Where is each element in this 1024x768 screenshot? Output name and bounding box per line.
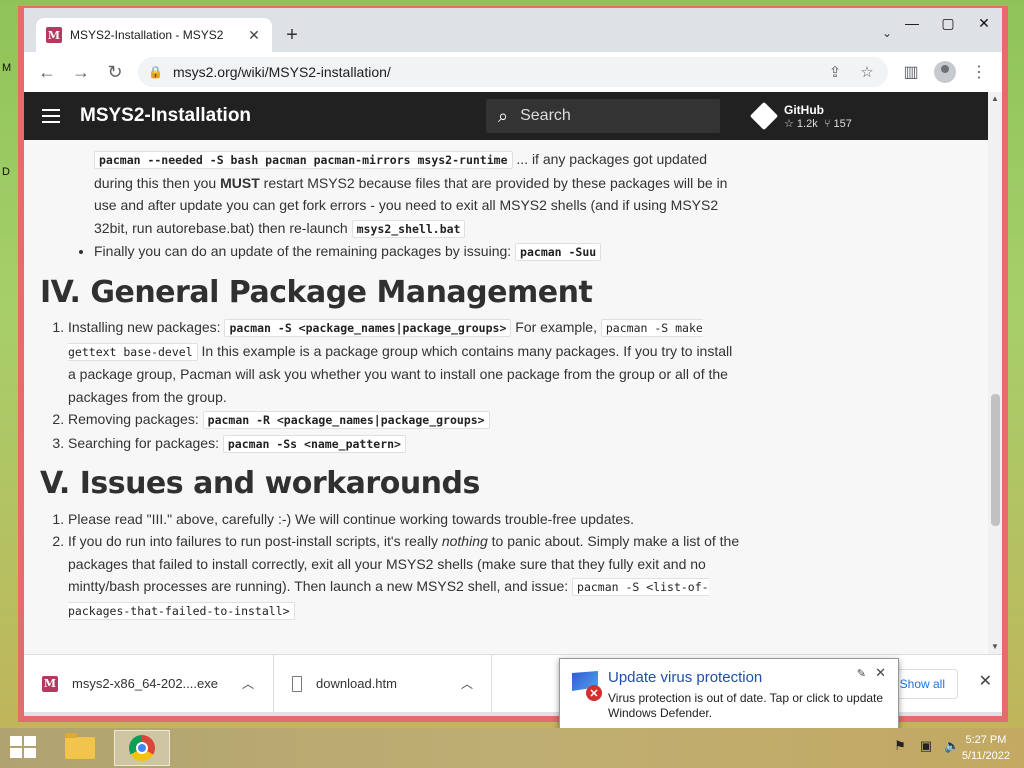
share-icon[interactable]: ⇪ (824, 63, 846, 81)
list-item: If you do run into failures to run post-… (68, 530, 740, 622)
close-icon[interactable]: ✕ (246, 27, 262, 44)
text: Installing new packages: (68, 319, 225, 335)
system-tray: ⚑ ▣ 🔈 (892, 738, 960, 754)
minimize-icon[interactable]: — (894, 8, 930, 38)
scroll-down-icon[interactable]: ▼ (988, 640, 1002, 654)
scroll-up-icon[interactable]: ▲ (988, 92, 1002, 106)
text: Finally you can do an update of the rema… (94, 243, 516, 259)
browser-window: M MSYS2-Installation - MSYS2 ✕ + ⌄ — ▢ ✕… (18, 6, 1008, 722)
site-search-box[interactable]: ⌕ Search (486, 99, 720, 133)
close-icon[interactable]: ✕ (875, 665, 886, 681)
download-filename: download.htm (316, 676, 397, 691)
msys2-favicon-icon: M (42, 675, 58, 692)
github-label: GitHub (784, 102, 824, 117)
site-title[interactable]: MSYS2-Installation (80, 105, 486, 127)
section-heading: V. Issues and workarounds (40, 466, 480, 501)
chrome-icon (129, 735, 155, 761)
github-forks: 157 (833, 117, 852, 130)
article-content: pacman --needed -S bash pacman pacman-mi… (40, 140, 740, 622)
github-link[interactable]: GitHub ☆ 1.2k ⑂ 157 (749, 101, 852, 131)
inline-code: pacman -S <package_names|package_groups> (224, 319, 512, 337)
desktop-icon-label[interactable]: D (2, 166, 10, 178)
virus-protection-notification[interactable]: ✕ Update virus protection Virus protecti… (559, 658, 899, 730)
file-explorer-app[interactable] (52, 730, 108, 766)
download-item[interactable]: M msys2-x86_64-202....exe ︿ (24, 654, 274, 713)
text: Searching for packages: (68, 434, 223, 451)
list-item: pacman --needed -S bash pacman pacman-mi… (94, 148, 740, 240)
msys2-favicon-icon: M (46, 27, 62, 43)
text: If you do run into failures to run post-… (68, 533, 442, 549)
kebab-menu-icon[interactable]: ⋮ (964, 57, 994, 87)
inline-code: msys2_shell.bat (351, 219, 466, 238)
notification-title: Update virus protection (608, 669, 763, 686)
page-scrollbar[interactable]: ▲ ▼ (988, 92, 1002, 654)
chrome-app[interactable] (114, 730, 170, 766)
maximize-icon[interactable]: ▢ (930, 8, 966, 38)
network-icon[interactable]: ▣ (918, 738, 934, 754)
github-stats: ☆ 1.2k ⑂ 157 (784, 117, 852, 130)
text: Removing packages: (68, 411, 203, 427)
browser-toolbar: ← → ↻ 🔒 msys2.org/wiki/MSYS2-installatio… (24, 52, 1002, 92)
inline-code: pacman -R <package_names|package_groups> (202, 411, 490, 429)
new-tab-plus-icon[interactable]: + (280, 24, 304, 46)
lock-icon[interactable]: 🔒 (148, 65, 163, 79)
tab-msys2-installation[interactable]: M MSYS2-Installation - MSYS2 ✕ (36, 18, 272, 52)
inline-code: pacman -Ss <name_pattern> (222, 434, 406, 453)
chevron-down-icon[interactable]: ⌄ (882, 26, 892, 40)
clock-date: 5/11/2022 (961, 750, 1010, 762)
github-stars: 1.2k (796, 117, 818, 130)
desktop-icon-label[interactable]: M (2, 62, 11, 74)
web-page: MSYS2-Installation ⌕ Search GitHub ☆ 1.2… (24, 92, 994, 654)
download-item[interactable]: download.htm ︿ (274, 654, 492, 713)
folder-icon (65, 733, 95, 759)
inline-code: pacman --needed -S bash pacman pacman-mi… (94, 151, 513, 169)
window-close-icon[interactable]: ✕ (966, 8, 1002, 38)
list-item: Finally you can do an update of the rema… (94, 240, 740, 264)
chevron-up-icon[interactable]: ︿ (242, 675, 254, 692)
inline-code: pacman -Suu (515, 243, 602, 261)
url-text[interactable]: msys2.org/wiki/MSYS2-installation/ (173, 64, 814, 80)
hamburger-menu-icon[interactable] (24, 109, 80, 123)
action-center-flag-icon[interactable]: ⚑ (892, 738, 908, 754)
list-item: Please read "III." above, carefully :-) … (68, 508, 740, 531)
side-panel-icon[interactable]: ▥ (896, 57, 926, 87)
address-bar[interactable]: 🔒 msys2.org/wiki/MSYS2-installation/ ⇪ ☆ (138, 57, 888, 87)
start-windows-icon[interactable] (10, 736, 38, 760)
reload-icon[interactable]: ↻ (100, 57, 130, 87)
clock[interactable]: 5:27 PM 5/11/2022 (962, 732, 1010, 764)
list-item: Removing packages: pacman -R <package_na… (68, 408, 740, 432)
star-icon[interactable]: ☆ (856, 63, 878, 81)
list-item: Installing new packages: pacman -S <pack… (68, 316, 740, 408)
back-arrow-icon[interactable]: ← (32, 57, 62, 87)
close-icon[interactable]: ✕ (979, 671, 992, 691)
section-heading: IV. General Package Management (40, 274, 593, 310)
defender-flag-icon: ✕ (570, 669, 604, 701)
search-placeholder: Search (520, 107, 571, 124)
scroll-thumb[interactable] (991, 394, 1000, 526)
avatar-icon (934, 61, 956, 83)
notification-body: Virus protection is out of date. Tap or … (608, 691, 884, 720)
download-filename: msys2-x86_64-202....exe (72, 676, 218, 691)
taskbar: ⚑ ▣ 🔈 5:27 PM 5/11/2022 (0, 728, 1024, 768)
clock-time: 5:27 PM (965, 734, 1007, 746)
chevron-up-icon[interactable]: ︿ (461, 675, 473, 692)
site-header: MSYS2-Installation ⌕ Search GitHub ☆ 1.2… (24, 92, 994, 140)
volume-muted-icon[interactable]: 🔈 (944, 738, 960, 754)
search-icon: ⌕ (498, 105, 509, 126)
list-item: Searching for packages: pacman -Ss <name… (68, 432, 740, 456)
bold-text: MUST (220, 174, 260, 191)
text: For example, (511, 319, 601, 335)
profile-avatar[interactable] (930, 57, 960, 87)
pin-icon[interactable]: ✎ (857, 667, 866, 680)
tab-title: MSYS2-Installation - MSYS2 (70, 28, 224, 42)
tab-strip: M MSYS2-Installation - MSYS2 ✕ + ⌄ — ▢ ✕ (24, 8, 1002, 52)
emphasis-text: nothing (441, 533, 488, 549)
git-logo-icon (749, 101, 779, 131)
forward-arrow-icon[interactable]: → (66, 57, 96, 87)
file-icon (292, 675, 303, 692)
